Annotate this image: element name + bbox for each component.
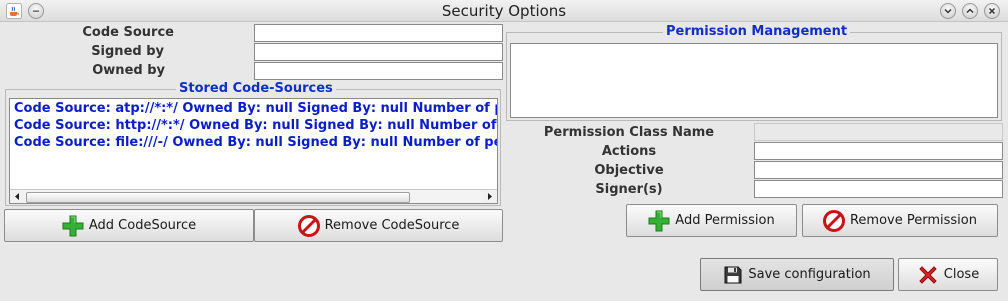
owned-by-input[interactable] (255, 63, 502, 79)
window-title: Security Options (441, 2, 567, 20)
remove-codesource-label: Remove CodeSource (324, 218, 460, 233)
signers-field[interactable] (754, 180, 1003, 198)
dialog-content: Code Source Signed by Owned by Stored Co… (0, 22, 1008, 301)
horizontal-scrollbar[interactable] (10, 189, 497, 203)
permission-list[interactable] (510, 43, 998, 118)
scroll-left-icon[interactable] (10, 190, 24, 203)
plus-icon (648, 210, 670, 232)
save-configuration-label: Save configuration (748, 267, 871, 282)
title-bar: Security Options (0, 0, 1008, 22)
add-codesource-button[interactable]: Add CodeSource (4, 209, 254, 242)
save-configuration-button[interactable]: Save configuration (700, 258, 894, 291)
remove-permission-button[interactable]: Remove Permission (802, 204, 998, 237)
add-codesource-label: Add CodeSource (88, 218, 197, 233)
plus-icon (62, 215, 84, 237)
owned-by-field[interactable] (254, 62, 503, 80)
objective-field[interactable] (754, 161, 1003, 179)
scroll-right-icon[interactable] (483, 190, 497, 203)
remove-permission-label: Remove Permission (849, 213, 977, 228)
close-label: Close (943, 267, 980, 282)
signed-by-input[interactable] (255, 44, 502, 60)
objective-input[interactable] (755, 162, 1002, 178)
code-source-list[interactable]: Code Source: atp://*:*/ Owned By: null S… (9, 98, 498, 204)
permission-management-title: Permission Management (663, 24, 851, 40)
red-x-icon (917, 264, 939, 286)
add-permission-button[interactable]: Add Permission (626, 204, 797, 237)
list-item[interactable]: Code Source: file:///-/ Owned By: null S… (14, 135, 497, 150)
no-entry-icon (822, 209, 845, 232)
code-source-field[interactable] (254, 24, 503, 42)
signed-by-field[interactable] (254, 43, 503, 61)
signers-label: Signer(s) (595, 182, 663, 197)
no-entry-icon (297, 214, 320, 237)
floppy-disk-icon (723, 265, 743, 285)
actions-label: Actions (601, 144, 657, 159)
scroll-thumb[interactable] (26, 192, 410, 203)
scroll-track[interactable] (24, 191, 483, 203)
actions-input[interactable] (755, 143, 1002, 159)
close-button[interactable]: Close (898, 258, 998, 291)
permission-class-input (755, 124, 1002, 140)
close-window-icon[interactable] (984, 3, 1000, 19)
maximize-icon[interactable] (962, 3, 978, 19)
signed-by-label: Signed by (91, 44, 164, 59)
signers-input[interactable] (755, 181, 1002, 197)
stored-code-sources-title: Stored Code-Sources (176, 81, 336, 97)
code-source-input[interactable] (255, 25, 502, 41)
list-item[interactable]: Code Source: http://*:*/ Owned By: null … (14, 118, 497, 133)
remove-codesource-button[interactable]: Remove CodeSource (254, 209, 503, 242)
permission-class-field (754, 123, 1003, 141)
add-permission-label: Add Permission (675, 213, 775, 228)
actions-field[interactable] (754, 142, 1003, 160)
code-source-label: Code Source (82, 25, 174, 40)
minimize-icon[interactable] (940, 3, 956, 19)
permission-class-label: Permission Class Name (543, 125, 715, 140)
owned-by-label: Owned by (92, 63, 165, 78)
objective-label: Objective (594, 163, 664, 178)
list-item[interactable]: Code Source: atp://*:*/ Owned By: null S… (14, 101, 497, 116)
